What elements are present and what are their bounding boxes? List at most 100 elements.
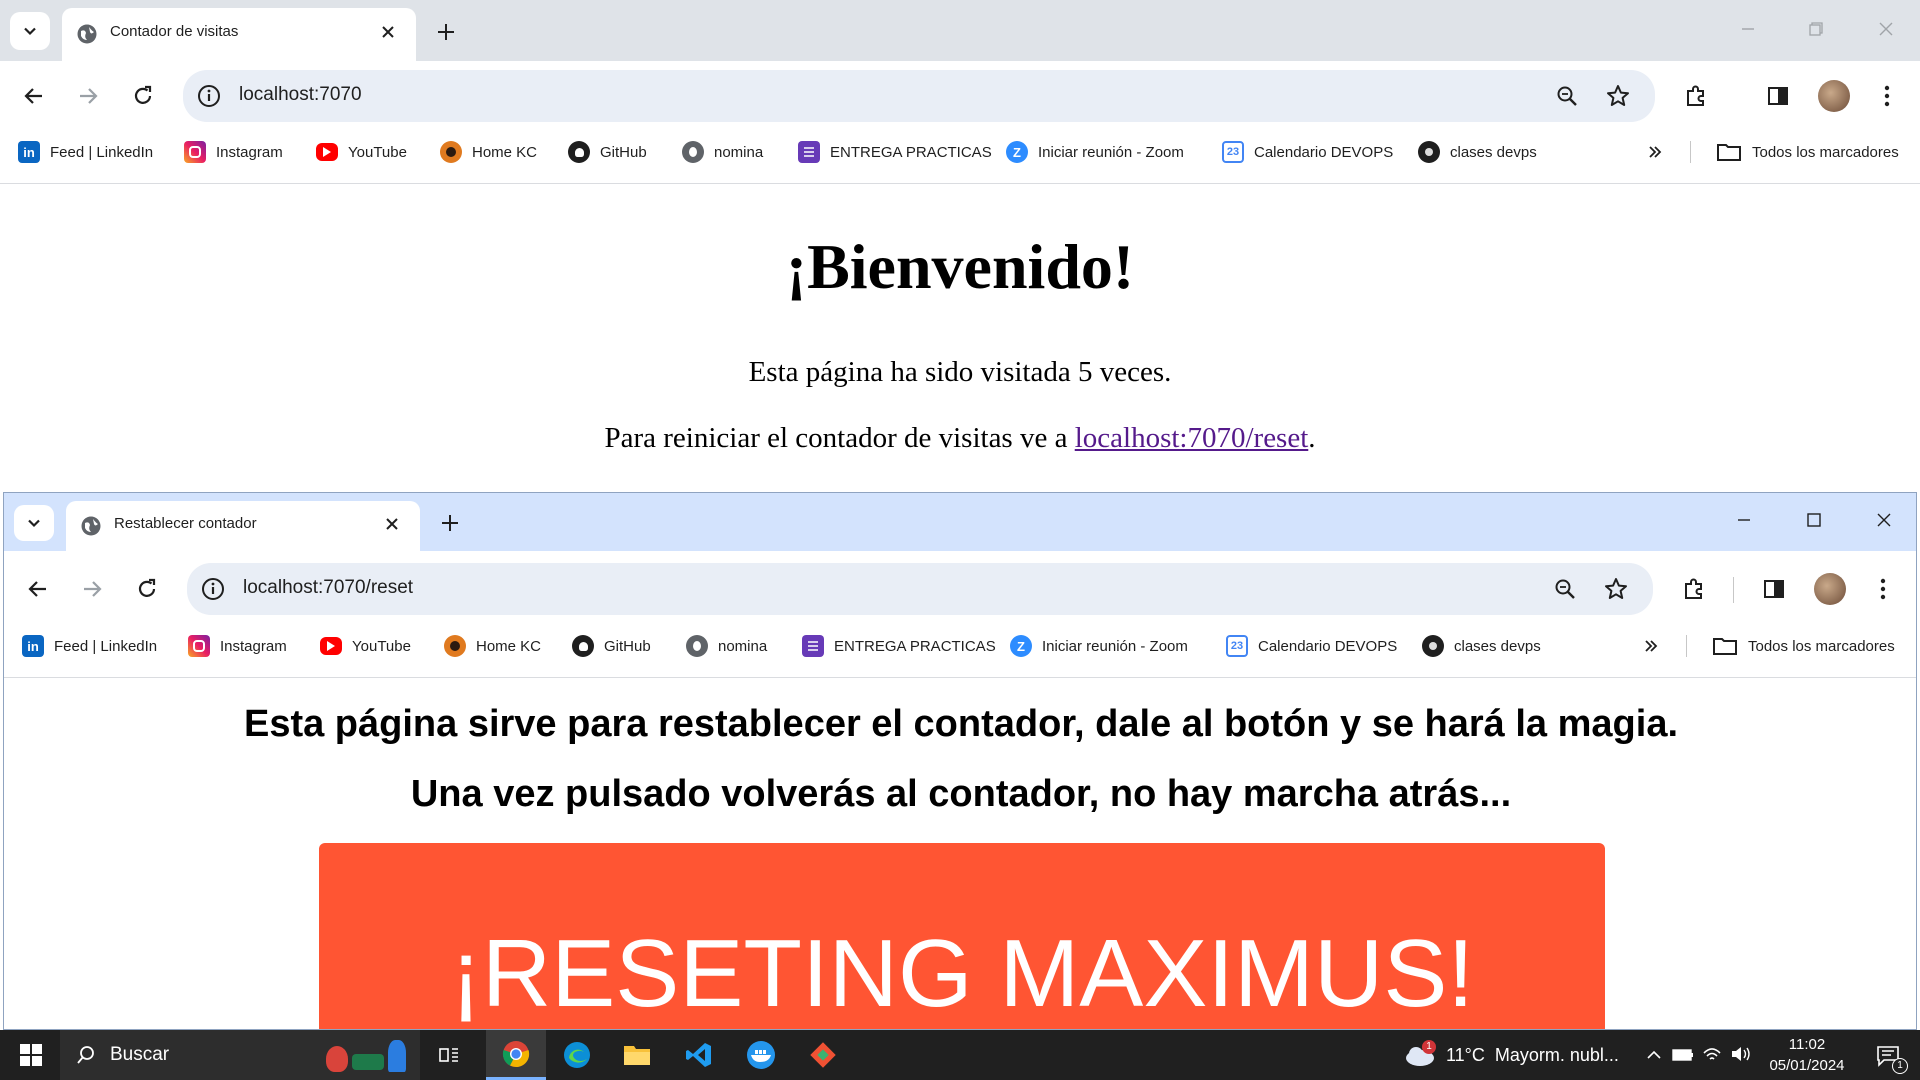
bookmark-calendario[interactable]: 23 Calendario DEVOPS: [1222, 141, 1393, 163]
close-window-button[interactable]: [1866, 505, 1902, 535]
address-bar[interactable]: localhost:7070/reset: [187, 563, 1653, 615]
taskbar-file-explorer[interactable]: [608, 1030, 666, 1080]
side-panel-icon: [1768, 87, 1788, 105]
bookmark-entrega-practicas[interactable]: ENTREGA PRACTICAS: [802, 635, 996, 657]
more-bookmarks-button[interactable]: [1640, 137, 1670, 167]
bookmark-entrega-practicas[interactable]: ENTREGA PRACTICAS: [798, 141, 992, 163]
zoom-icon[interactable]: [1555, 84, 1579, 108]
bookmark-separator: [1686, 635, 1687, 657]
taskbar-vscode[interactable]: [670, 1030, 728, 1080]
bookmark-linkedin[interactable]: in Feed | LinkedIn: [22, 635, 157, 657]
more-bookmarks-button[interactable]: [1636, 631, 1666, 661]
bookmark-youtube[interactable]: YouTube: [316, 143, 407, 161]
back-button[interactable]: [16, 78, 52, 114]
bookmark-nomina[interactable]: nomina: [686, 635, 767, 657]
search-placeholder: Buscar: [110, 1044, 170, 1065]
profile-avatar[interactable]: [1814, 573, 1846, 605]
tab-contador[interactable]: Contador de visitas: [62, 8, 416, 61]
volume-icon[interactable]: [1730, 1045, 1752, 1063]
clock[interactable]: 11:02 05/01/2024: [1764, 1034, 1850, 1078]
restore-button[interactable]: [1798, 14, 1834, 44]
bookmark-home-kc[interactable]: Home KC: [444, 635, 541, 657]
reset-button[interactable]: ¡RESETING MAXIMUS!: [319, 843, 1605, 1029]
taskbar: Buscar 1 11°C Mayorm. nubl... 11:02 05/0…: [0, 1030, 1920, 1080]
battery-icon[interactable]: [1672, 1048, 1694, 1062]
bookmark-github[interactable]: GitHub: [572, 635, 651, 657]
reset-suffix: .: [1308, 422, 1316, 454]
bookmark-home-kc[interactable]: Home KC: [440, 141, 537, 163]
bookmark-zoom[interactable]: Z Iniciar reunión - Zoom: [1010, 635, 1188, 657]
taskbar-edge[interactable]: [548, 1030, 606, 1080]
profile-avatar[interactable]: [1818, 80, 1850, 112]
url-text: localhost:7070/reset: [243, 577, 414, 598]
tab-search-button[interactable]: [10, 12, 50, 50]
tab-search-button[interactable]: [14, 505, 54, 541]
forms-icon: [802, 635, 824, 657]
all-bookmarks-folder[interactable]: Todos los marcadores: [1716, 141, 1899, 163]
star-icon[interactable]: [1605, 83, 1631, 109]
close-window-button[interactable]: [1868, 14, 1904, 44]
close-icon[interactable]: [384, 516, 400, 532]
close-icon: [1879, 22, 1893, 36]
weather-text: 11°C Mayorm. nubl...: [1446, 1045, 1619, 1065]
github-icon: [568, 141, 590, 163]
bookmark-label: Feed | LinkedIn: [54, 637, 158, 655]
wifi-icon[interactable]: [1702, 1045, 1722, 1063]
all-bookmarks-folder[interactable]: Todos los marcadores: [1712, 635, 1895, 657]
minimize-button[interactable]: [1730, 14, 1766, 44]
bookmark-instagram[interactable]: Instagram: [188, 635, 287, 657]
extensions-button[interactable]: [1676, 571, 1712, 607]
bookmark-label: YouTube: [348, 143, 407, 161]
zoom-icon[interactable]: [1553, 577, 1577, 601]
side-panel-button[interactable]: [1756, 571, 1792, 607]
bookmark-label: Home KC: [472, 143, 538, 161]
reset-link[interactable]: localhost:7070/reset: [1075, 422, 1309, 454]
menu-button[interactable]: [1868, 571, 1898, 607]
reload-button[interactable]: [125, 78, 161, 114]
all-bookmarks-label: Todos los marcadores: [1752, 143, 1899, 161]
taskbar-docker[interactable]: [732, 1030, 790, 1080]
tab-restablecer[interactable]: Restablecer contador: [66, 501, 420, 551]
weather-widget[interactable]: 1 11°C Mayorm. nubl...: [1404, 1030, 1624, 1080]
arrow-right-icon: [84, 581, 102, 597]
bookmark-instagram[interactable]: Instagram: [184, 141, 283, 163]
bookmark-label: Iniciar reunión - Zoom: [1042, 637, 1188, 655]
more-vert-icon: [1884, 85, 1890, 107]
bookmark-youtube[interactable]: YouTube: [320, 637, 411, 655]
bookmark-calendario[interactable]: 23 Calendario DEVOPS: [1226, 635, 1397, 657]
chevron-up-icon[interactable]: [1646, 1048, 1662, 1062]
notification-button[interactable]: 1: [1864, 1030, 1914, 1080]
taskbar-search[interactable]: Buscar: [60, 1030, 420, 1080]
url-text: localhost:7070: [239, 84, 362, 105]
restore-icon: [1809, 22, 1823, 36]
bookmark-zoom[interactable]: Z Iniciar reunión - Zoom: [1006, 141, 1184, 163]
back-button[interactable]: [20, 571, 56, 607]
taskbar-git[interactable]: [794, 1030, 852, 1080]
bookmark-nomina[interactable]: nomina: [682, 141, 763, 163]
new-tab-button[interactable]: [434, 507, 466, 539]
forward-button[interactable]: [70, 78, 106, 114]
bookmark-label: Calendario DEVOPS: [1258, 637, 1398, 655]
bookmark-clases-devps[interactable]: clases devps: [1418, 141, 1537, 163]
bookmark-clases-devps[interactable]: clases devps: [1422, 635, 1541, 657]
task-view-button[interactable]: [420, 1030, 478, 1080]
new-tab-button[interactable]: [430, 16, 462, 48]
minimize-button[interactable]: [1726, 505, 1762, 535]
menu-button[interactable]: [1872, 78, 1902, 114]
toolbar-divider: [0, 183, 1920, 184]
star-icon[interactable]: [1603, 576, 1629, 602]
address-bar[interactable]: localhost:7070: [183, 70, 1655, 122]
bookmark-linkedin[interactable]: in Feed | LinkedIn: [18, 141, 153, 163]
taskbar-chrome[interactable]: [486, 1030, 546, 1080]
side-panel-button[interactable]: [1760, 78, 1796, 114]
reload-button[interactable]: [129, 571, 165, 607]
notification-count: 1: [1892, 1058, 1908, 1074]
extensions-button[interactable]: [1678, 78, 1714, 114]
forward-button[interactable]: [74, 571, 110, 607]
close-icon[interactable]: [380, 24, 396, 40]
maximize-button[interactable]: [1796, 505, 1832, 535]
bookmark-github[interactable]: GitHub: [568, 141, 647, 163]
folder-icon: [1713, 638, 1737, 655]
start-button[interactable]: [2, 1030, 60, 1080]
more-vert-icon: [1880, 578, 1886, 600]
